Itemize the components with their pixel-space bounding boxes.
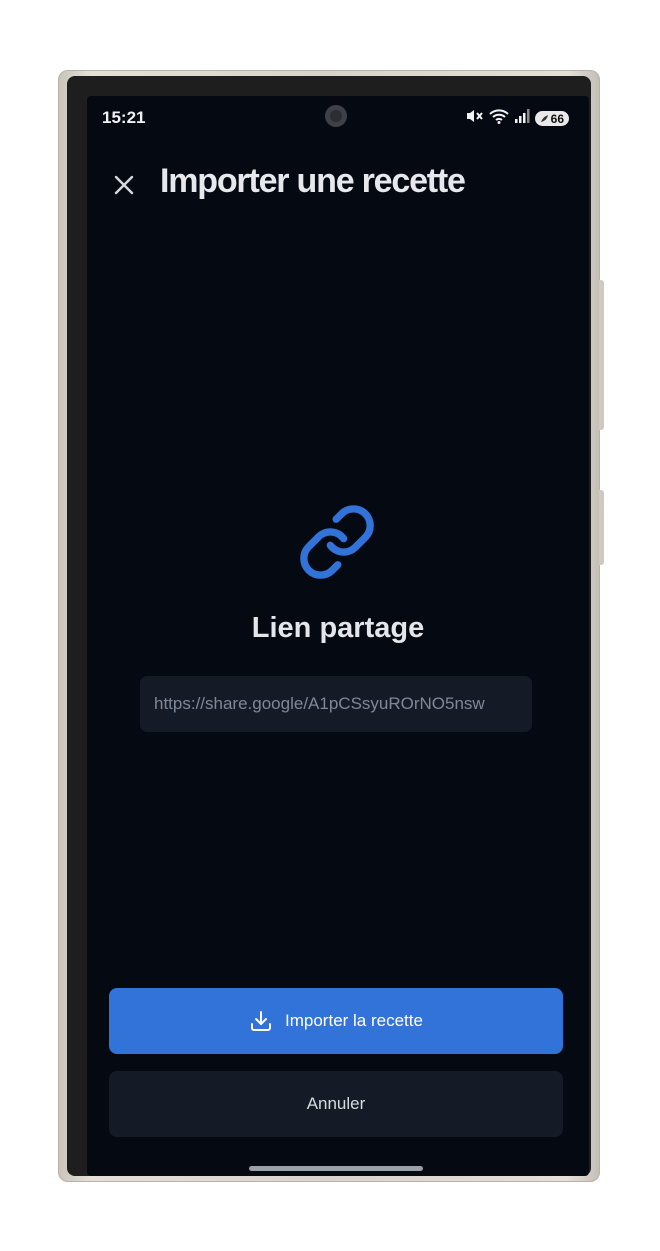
mute-icon [466, 108, 484, 129]
close-icon [114, 175, 134, 195]
screen: 15:21 66 Importer une recette Lien parta… [87, 96, 589, 1176]
page-title: Importer une recette [160, 162, 466, 200]
shared-link-field[interactable] [140, 676, 532, 732]
battery-icon: 66 [534, 111, 569, 126]
link-label: Lien partage [251, 612, 425, 644]
link-icon [297, 502, 377, 582]
home-indicator[interactable] [249, 1166, 423, 1171]
phone-frame: 15:21 66 Importer une recette Lien parta… [58, 70, 604, 1182]
close-button[interactable] [111, 172, 137, 198]
front-camera [325, 105, 347, 127]
cancel-button[interactable]: Annuler [109, 1071, 563, 1137]
cancel-button-label: Annuler [306, 1094, 366, 1113]
status-icons: 66 [466, 108, 569, 129]
signal-icon [514, 108, 530, 129]
wifi-icon [488, 108, 509, 129]
volume-button [599, 280, 604, 430]
download-icon [251, 1011, 272, 1031]
import-button-label: Importer la recette [285, 1011, 423, 1030]
import-recipe-button[interactable]: Importer la recette [109, 988, 563, 1054]
battery-level: 66 [550, 111, 564, 126]
status-time: 15:21 [102, 108, 146, 127]
power-button [599, 490, 604, 565]
phone-bezel: 15:21 66 Importer une recette Lien parta… [67, 76, 591, 1176]
